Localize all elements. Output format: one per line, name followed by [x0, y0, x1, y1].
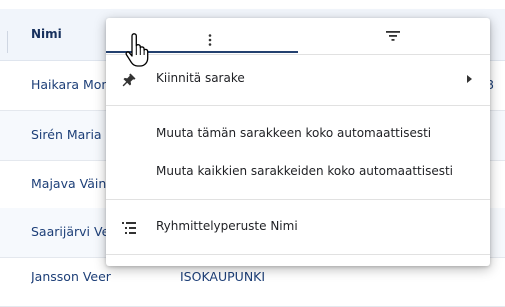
cell-name[interactable]: Majava Väin	[31, 176, 111, 191]
hand-pointer-icon	[125, 33, 149, 67]
column-menu: Kiinnitä sarake Muuta tämän sarakkeen ko…	[106, 18, 490, 266]
menu-item-label: Muuta kaikkien sarakkeiden koko automaat…	[156, 164, 454, 178]
cell-name[interactable]: Jansson Veera	[31, 269, 111, 284]
menu-item-pin-column[interactable]: Kiinnitä sarake	[106, 60, 490, 100]
cell-name[interactable]: Haikara Mon	[31, 77, 111, 92]
menu-divider	[106, 199, 490, 200]
menu-tabs	[106, 18, 490, 54]
filter-icon	[386, 31, 400, 41]
group-list-icon	[122, 222, 136, 234]
cell-name[interactable]: Sirén Maria	[31, 127, 111, 142]
column-separator[interactable]	[7, 31, 8, 53]
menu-item-label: Ryhmittelyperuste Nimi	[156, 219, 298, 233]
menu-item-autosize-all-columns[interactable]: Muuta kaikkien sarakkeiden koko automaat…	[106, 153, 490, 193]
menu-divider	[106, 54, 490, 55]
cell-name[interactable]: Saarijärvi Ve	[31, 224, 111, 239]
menu-divider	[106, 105, 490, 106]
vertical-dots-icon	[208, 34, 212, 46]
caret-right-icon	[467, 75, 472, 83]
cell-city[interactable]: ISOKAUPUNKI	[180, 269, 265, 284]
menu-item-label: Muuta tämän sarakkeen koko automaattises…	[156, 126, 432, 140]
menu-item-autosize-this-column[interactable]: Muuta tämän sarakkeen koko automaattises…	[106, 115, 490, 155]
menu-item-label: Kiinnitä sarake	[156, 71, 245, 85]
menu-item-group-by-name[interactable]: Ryhmittelyperuste Nimi	[106, 208, 490, 248]
menu-divider	[106, 254, 490, 255]
tab-filter[interactable]	[298, 18, 490, 54]
pin-icon	[122, 73, 136, 87]
column-header-nimi[interactable]: Nimi	[31, 27, 62, 41]
